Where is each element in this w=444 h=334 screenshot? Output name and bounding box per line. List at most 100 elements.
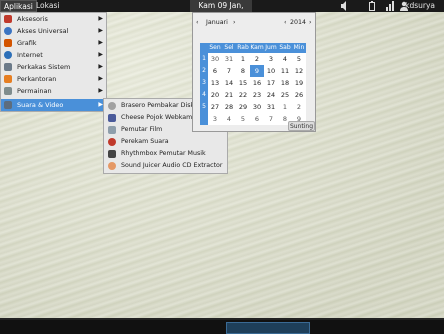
- chevron-right-icon: ▶: [98, 39, 103, 46]
- bottom-taskbar: [0, 318, 444, 334]
- next-month-button[interactable]: ›: [233, 18, 236, 27]
- calendar-day[interactable]: 23: [250, 89, 264, 101]
- calendar-grid: Sen Sel Rab Kam Jum Sab Min 1 30 31 1 2 3 4 5 2 6 7 8 9 10 11…: [200, 43, 306, 125]
- calendar-day[interactable]: 30: [250, 101, 264, 113]
- week-number: 4: [200, 89, 208, 101]
- calendar-day[interactable]: 15: [236, 77, 250, 89]
- chevron-right-icon: ▶: [98, 51, 103, 58]
- menu-item-internet[interactable]: Internet ▶: [1, 49, 106, 61]
- chevron-right-icon: ▶: [98, 27, 103, 34]
- calendar-day[interactable]: 7: [222, 65, 236, 77]
- calendar-day[interactable]: 25: [278, 89, 292, 101]
- sound-video-icon: [4, 101, 12, 109]
- week-number: 5: [200, 101, 208, 113]
- calendar-day[interactable]: 6: [208, 65, 222, 77]
- week-number: [200, 113, 208, 125]
- weekday-header: Sen: [208, 43, 222, 53]
- calendar-day[interactable]: 1: [236, 53, 250, 65]
- calendar-day[interactable]: 22: [236, 89, 250, 101]
- calendar-day[interactable]: 20: [208, 89, 222, 101]
- office-icon: [4, 75, 12, 83]
- chevron-right-icon: ▶: [98, 15, 103, 22]
- calendar-day[interactable]: 5: [236, 113, 250, 125]
- calendar-day[interactable]: 16: [250, 77, 264, 89]
- user-menu-button[interactable]: kdsurya: [402, 0, 438, 12]
- calendar-day[interactable]: 21: [222, 89, 236, 101]
- year-label: 2014: [290, 19, 307, 26]
- menu-item-akses-universal[interactable]: Akses Universal ▶: [1, 25, 106, 37]
- sound-recorder-icon: [108, 138, 116, 146]
- internet-icon: [4, 51, 12, 59]
- weekday-header: Kam: [250, 43, 264, 53]
- prev-year-button[interactable]: ‹: [284, 18, 287, 27]
- calendar-day[interactable]: 27: [208, 101, 222, 113]
- menu-item-perkakas-sistem[interactable]: Perkakas Sistem ▶: [1, 61, 106, 73]
- calendar-day[interactable]: 14: [222, 77, 236, 89]
- calendar-day[interactable]: 3: [208, 113, 222, 125]
- calendar-day[interactable]: 11: [278, 65, 292, 77]
- universal-access-icon: [4, 27, 12, 35]
- places-menu-button[interactable]: Lokasi: [33, 0, 62, 12]
- calendar-day[interactable]: 24: [264, 89, 278, 101]
- sound-juicer-icon: [108, 162, 116, 170]
- chevron-right-icon: ▶: [98, 75, 103, 82]
- weekday-header: Jum: [264, 43, 278, 53]
- menu-item-perkantoran[interactable]: Perkantoran ▶: [1, 73, 106, 85]
- games-icon: [4, 87, 12, 95]
- calendar-day[interactable]: 3: [264, 53, 278, 65]
- calendar-day[interactable]: 18: [278, 77, 292, 89]
- submenu-item-rhythmbox[interactable]: Rhythmbox Pemutar Musik: [104, 148, 227, 160]
- calendar-day[interactable]: 2: [250, 53, 264, 65]
- calendar-day[interactable]: 30: [208, 53, 222, 65]
- calendar-day[interactable]: 1: [278, 101, 292, 113]
- calendar-day[interactable]: 13: [208, 77, 222, 89]
- calendar-day[interactable]: 5: [292, 53, 306, 65]
- menu-item-aksesoris[interactable]: Aksesoris ▶: [1, 13, 106, 25]
- weekday-header: Sab: [278, 43, 292, 53]
- calendar-day[interactable]: 26: [292, 89, 306, 101]
- calendar-day[interactable]: 17: [264, 77, 278, 89]
- battery-icon[interactable]: [369, 1, 375, 11]
- applications-menu: Aksesoris ▶ Akses Universal ▶ Grafik ▶ Inte…: [0, 12, 107, 112]
- calendar-day[interactable]: 19: [292, 77, 306, 89]
- calendar-day[interactable]: 31: [264, 101, 278, 113]
- submenu-item-sound-recorder[interactable]: Perekam Suara: [104, 136, 227, 148]
- clock-button[interactable]: Kam 09 Jan, 13:42: [190, 0, 252, 22]
- calendar-day[interactable]: 9: [250, 65, 264, 77]
- calendar-day[interactable]: 28: [222, 101, 236, 113]
- applications-menu-button[interactable]: Aplikasi: [0, 0, 37, 12]
- calendar-day[interactable]: 7: [264, 113, 278, 125]
- system-tools-icon: [4, 63, 12, 71]
- weekday-header: Rab: [236, 43, 250, 53]
- accessories-icon: [4, 15, 12, 23]
- calendar-day[interactable]: 4: [222, 113, 236, 125]
- weekday-header: Min: [292, 43, 306, 53]
- network-icon[interactable]: [386, 1, 394, 11]
- calendar-day[interactable]: 12: [292, 65, 306, 77]
- brasero-icon: [108, 102, 116, 110]
- menu-item-suara-video[interactable]: Suara & Video ▶: [1, 99, 106, 111]
- rhythmbox-icon: [108, 150, 116, 158]
- menu-item-permainan[interactable]: Permainan ▶: [1, 85, 106, 97]
- calendar-popup: ‹ Januari › ‹ 2014 › Sen Sel Rab Kam Jum Sab M…: [192, 12, 316, 132]
- workspace-indicator[interactable]: [226, 322, 310, 334]
- edit-button[interactable]: Sunting: [288, 121, 315, 131]
- next-year-button[interactable]: ›: [309, 18, 312, 27]
- submenu-item-sound-juicer[interactable]: Sound Juicer Audio CD Extractor: [104, 160, 227, 172]
- volume-icon[interactable]: [341, 1, 349, 11]
- calendar-day[interactable]: 2: [292, 101, 306, 113]
- calendar-day[interactable]: 4: [278, 53, 292, 65]
- calendar-day[interactable]: 10: [264, 65, 278, 77]
- week-number: 2: [200, 65, 208, 77]
- menu-item-grafik[interactable]: Grafik ▶: [1, 37, 106, 49]
- calendar-day[interactable]: 31: [222, 53, 236, 65]
- calendar-day[interactable]: 6: [250, 113, 264, 125]
- calendar-day[interactable]: 8: [236, 65, 250, 77]
- weekday-header: Sel: [222, 43, 236, 53]
- month-label: Januari: [206, 19, 228, 26]
- graphics-icon: [4, 39, 12, 47]
- prev-month-button[interactable]: ‹: [196, 18, 199, 27]
- week-number: 3: [200, 77, 208, 89]
- top-panel: Aplikasi Lokasi Kam 09 Jan, 13:42 kdsury…: [0, 0, 444, 22]
- calendar-day[interactable]: 29: [236, 101, 250, 113]
